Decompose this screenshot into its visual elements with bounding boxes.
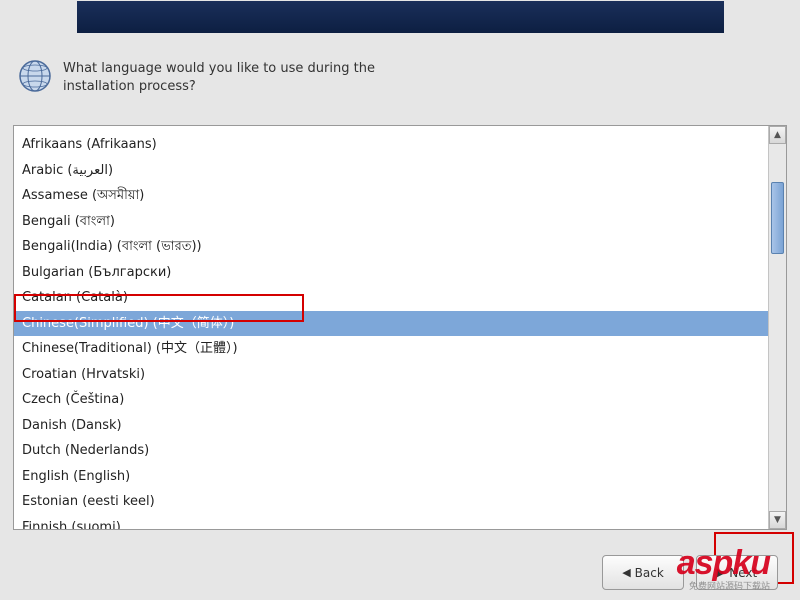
globe-icon — [17, 58, 53, 94]
next-label: Next — [729, 566, 757, 580]
language-item[interactable]: Arabic (العربية) — [14, 158, 768, 184]
scroll-down-button[interactable]: ▼ — [769, 511, 786, 529]
back-arrow-icon: ◀ — [622, 566, 630, 579]
back-label: Back — [635, 566, 664, 580]
language-item[interactable]: Afrikaans (Afrikaans) — [14, 132, 768, 158]
next-button[interactable]: ▶ Next — [696, 555, 778, 590]
language-item[interactable]: Catalan (Català) — [14, 285, 768, 311]
prompt-line2: installation process? — [63, 78, 375, 96]
language-item[interactable]: Dutch (Nederlands) — [14, 438, 768, 464]
language-item[interactable]: Bengali (বাংলা) — [14, 209, 768, 235]
header-bar — [77, 1, 724, 33]
language-item[interactable]: Chinese(Traditional) (中文（正體）) — [14, 336, 768, 362]
language-item[interactable]: Chinese(Simplified) (中文（简体）) — [14, 311, 768, 337]
language-item[interactable]: Estonian (eesti keel) — [14, 489, 768, 515]
language-list[interactable]: Afrikaans (Afrikaans)Arabic (العربية)Ass… — [14, 126, 768, 529]
next-arrow-icon: ▶ — [717, 566, 725, 579]
prompt-line1: What language would you like to use duri… — [63, 60, 375, 78]
prompt-text: What language would you like to use duri… — [63, 58, 375, 95]
language-item[interactable]: Finnish (suomi) — [14, 515, 768, 530]
scroll-up-button[interactable]: ▲ — [769, 126, 786, 144]
footer-buttons: ◀ Back ▶ Next — [602, 555, 778, 590]
scrollbar[interactable]: ▲ ▼ — [768, 126, 786, 529]
language-item[interactable]: Croatian (Hrvatski) — [14, 362, 768, 388]
language-item[interactable]: Danish (Dansk) — [14, 413, 768, 439]
language-item[interactable]: Assamese (অসমীয়া) — [14, 183, 768, 209]
language-list-container: Afrikaans (Afrikaans)Arabic (العربية)Ass… — [13, 125, 787, 530]
language-item[interactable]: Czech (Čeština) — [14, 387, 768, 413]
scroll-thumb[interactable] — [771, 182, 784, 254]
back-button[interactable]: ◀ Back — [602, 555, 684, 590]
language-item[interactable]: English (English) — [14, 464, 768, 490]
language-item[interactable]: Bengali(India) (বাংলা (ভারত)) — [14, 234, 768, 260]
prompt-section: What language would you like to use duri… — [17, 58, 375, 95]
language-item[interactable]: Bulgarian (Български) — [14, 260, 768, 286]
